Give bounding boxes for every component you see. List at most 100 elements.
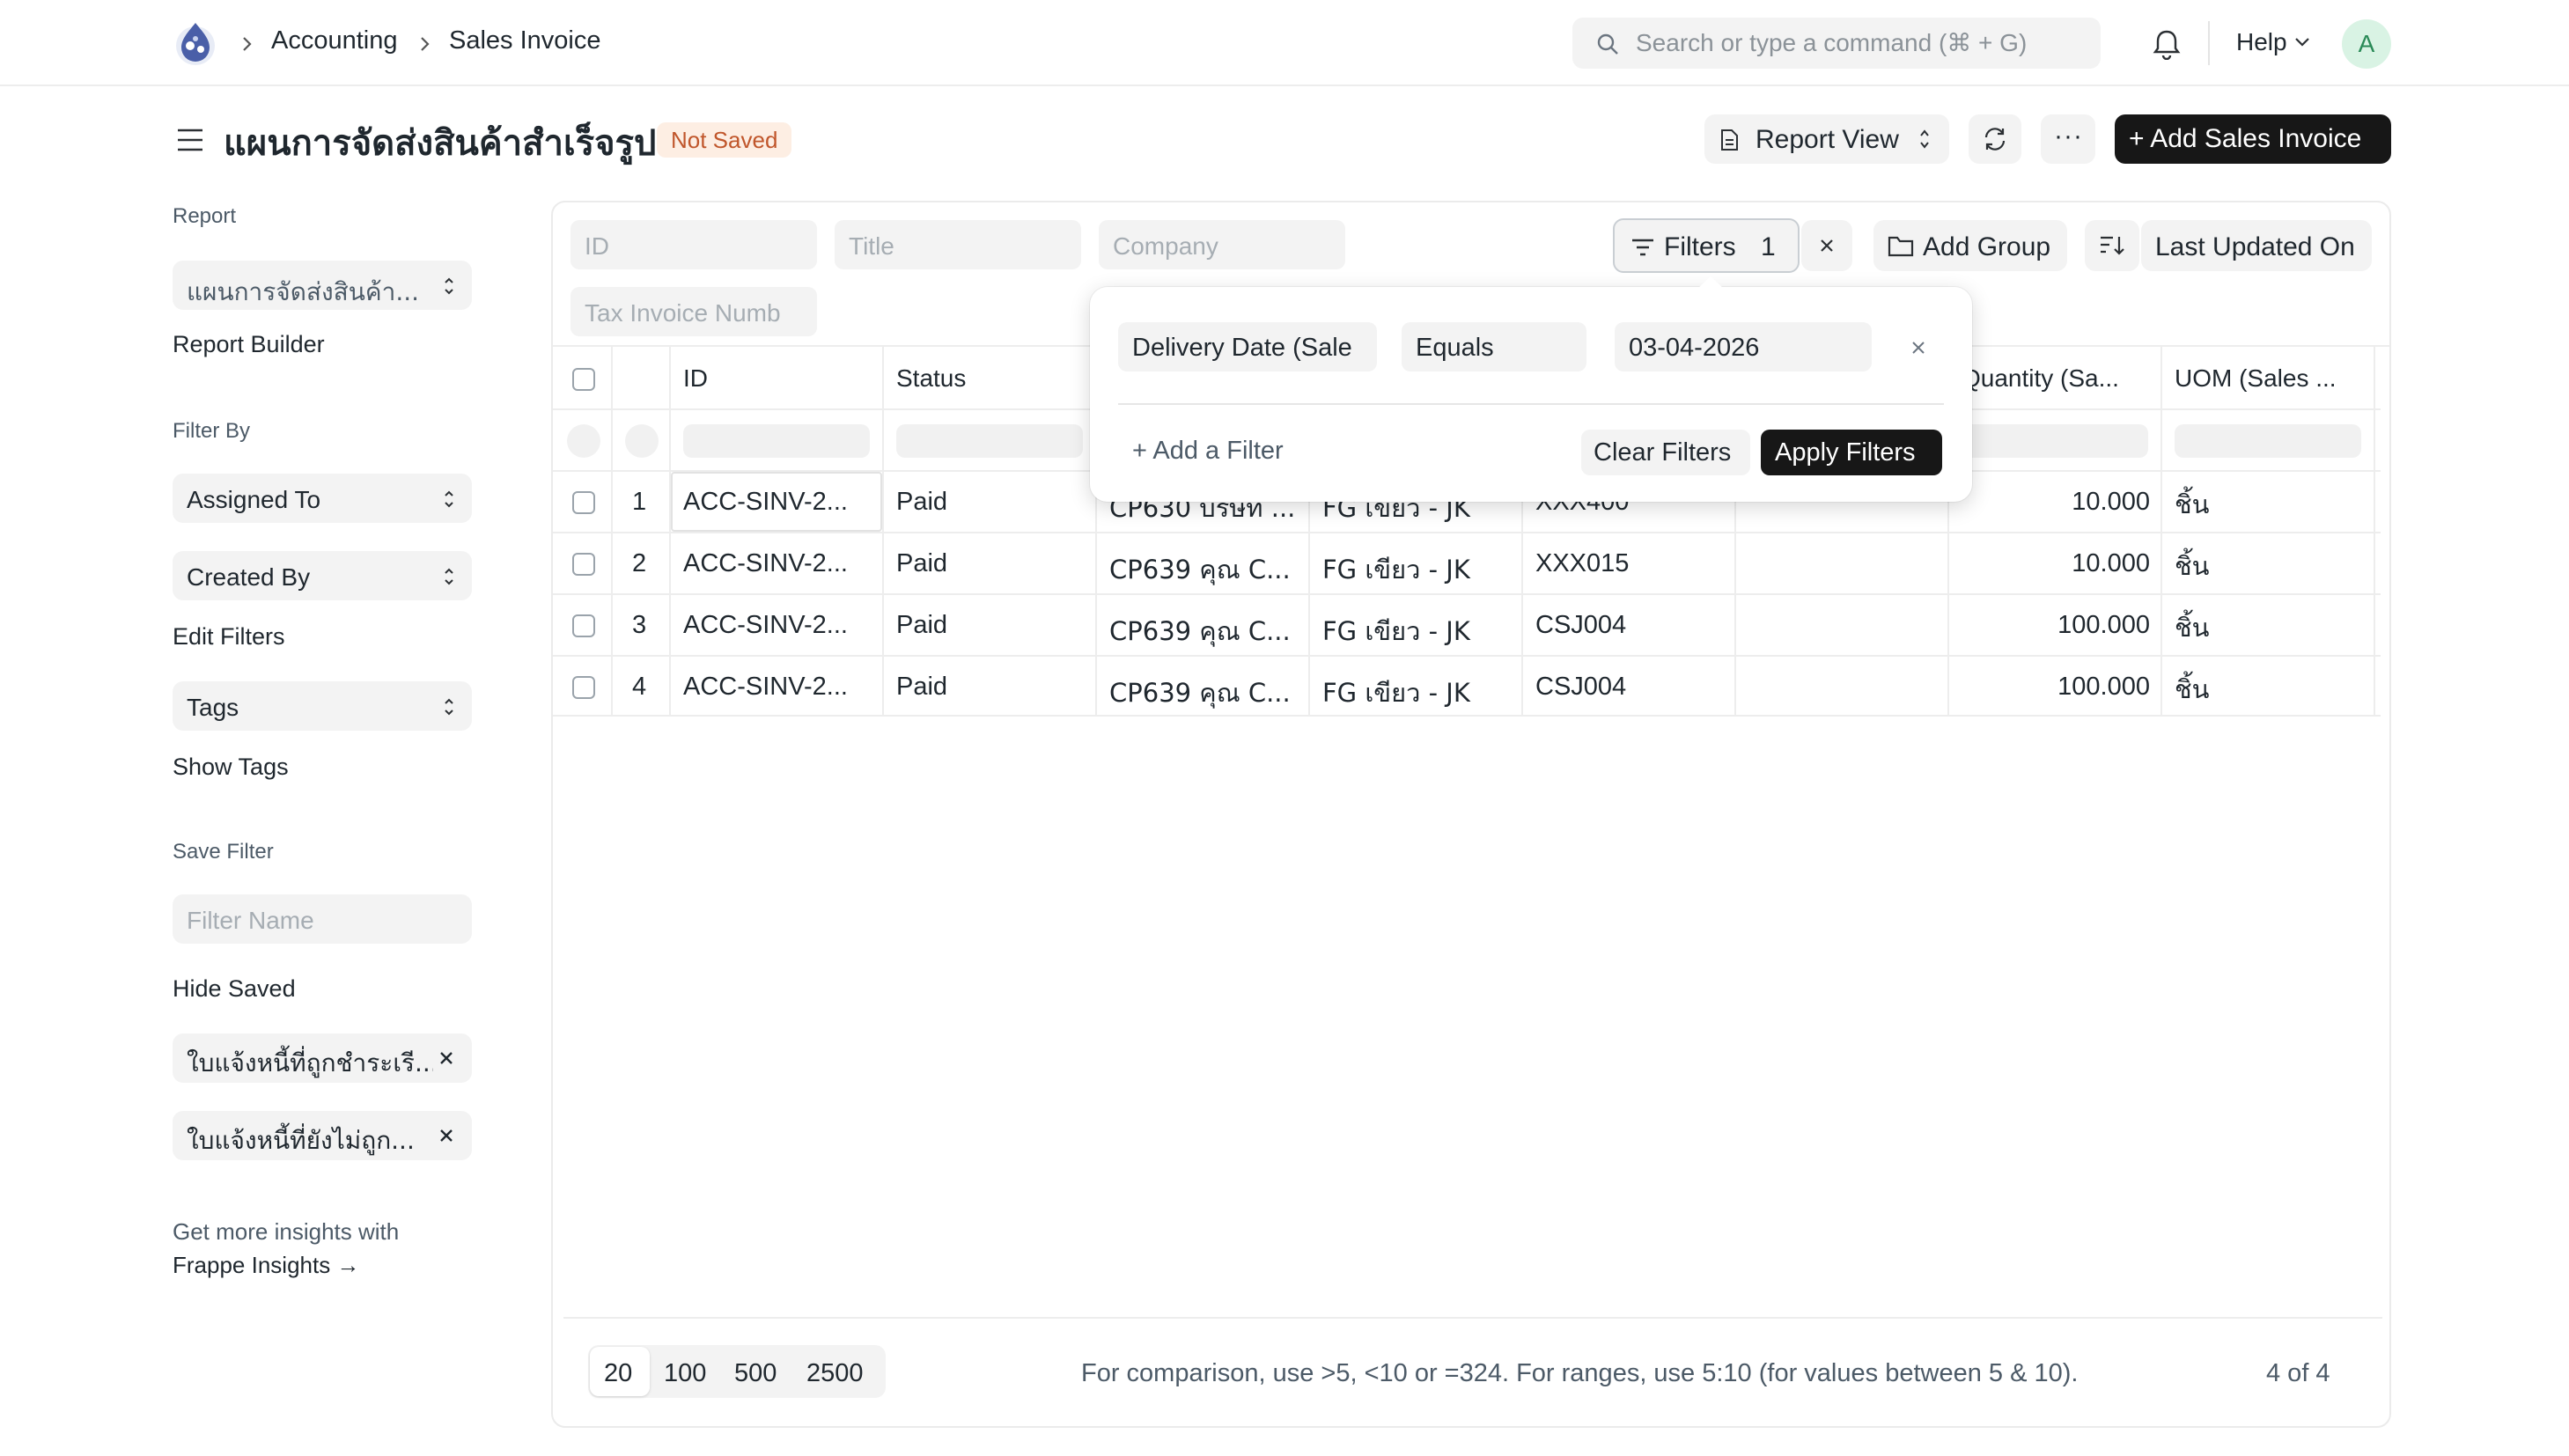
filter-icon bbox=[1632, 239, 1653, 256]
id-filter-input[interactable]: ID bbox=[570, 220, 817, 269]
filter-condition-value: Equals bbox=[1416, 334, 1494, 362]
add-sales-invoice-label: + Add Sales Invoice bbox=[2129, 124, 2362, 153]
chevron-down-icon[interactable] bbox=[2294, 37, 2310, 48]
column-filter-input[interactable] bbox=[1962, 424, 2148, 458]
title-filter-input[interactable]: Title bbox=[835, 220, 1081, 269]
report-view-label: Report View bbox=[1756, 125, 1899, 154]
filter-popover: Delivery Date (Sale Equals 03-04-2026 + … bbox=[1090, 276, 1972, 502]
page-size-500[interactable]: 500 bbox=[734, 1359, 777, 1388]
more-menu-button[interactable]: ··· bbox=[2041, 114, 2095, 164]
filters-count: 1 bbox=[1761, 232, 1776, 261]
column-header-id[interactable]: ID bbox=[683, 364, 708, 393]
page-size-20[interactable]: 20 bbox=[604, 1359, 632, 1388]
report-select[interactable]: แผนการจัดส่งสินค้า... bbox=[173, 261, 472, 310]
row-checkbox[interactable] bbox=[572, 491, 595, 514]
row-checkbox[interactable] bbox=[572, 614, 595, 637]
invoice-id[interactable]: ACC-SINV-2... bbox=[683, 673, 848, 702]
item-cell: FG เขียว - JK bbox=[1322, 616, 1470, 646]
report-builder-link[interactable]: Report Builder bbox=[173, 331, 325, 358]
title-filter-placeholder: Title bbox=[849, 232, 894, 260]
show-tags-link[interactable]: Show Tags bbox=[173, 754, 289, 781]
code-cell: CSJ004 bbox=[1535, 611, 1627, 639]
clear-filters-label: Clear Filters bbox=[1594, 438, 1732, 467]
code-cell: XXX015 bbox=[1535, 549, 1630, 577]
notification-bell-icon[interactable] bbox=[2152, 28, 2182, 60]
column-filter-input[interactable] bbox=[2175, 424, 2361, 458]
tags-select[interactable]: Tags bbox=[173, 681, 472, 731]
filter-field-value: Delivery Date (Sale bbox=[1132, 334, 1352, 362]
column-divider bbox=[669, 347, 671, 717]
table-border bbox=[553, 715, 2381, 717]
close-icon bbox=[1821, 239, 1833, 252]
close-icon[interactable] bbox=[1910, 340, 1926, 356]
page-size-2500[interactable]: 2500 bbox=[806, 1359, 864, 1388]
filter-condition-select[interactable]: Equals bbox=[1402, 322, 1586, 371]
created-by-label: Created By bbox=[187, 563, 311, 591]
company-filter-input[interactable]: Company bbox=[1099, 220, 1345, 269]
code-cell: CSJ004 bbox=[1535, 673, 1627, 701]
chevron-right-icon bbox=[243, 37, 252, 51]
row-number: 2 bbox=[632, 549, 647, 577]
filter-name-input[interactable]: Filter Name bbox=[173, 894, 472, 944]
column-divider bbox=[2374, 347, 2375, 717]
row-checkbox[interactable] bbox=[572, 676, 595, 699]
saved-filter-item[interactable]: ใบแจ้งหนี้ที่ยังไม่ถูก... bbox=[173, 1111, 472, 1160]
apply-filters-button[interactable]: Apply Filters bbox=[1761, 430, 1942, 475]
column-filter-input[interactable] bbox=[896, 424, 1083, 458]
add-group-button[interactable]: Add Group bbox=[1873, 220, 2067, 271]
apply-filters-label: Apply Filters bbox=[1775, 438, 1916, 467]
add-group-label: Add Group bbox=[1923, 232, 2051, 261]
column-header-uom[interactable]: UOM (Sales ... bbox=[2175, 364, 2337, 393]
sidebar-toggle-icon[interactable] bbox=[176, 127, 204, 153]
tax-invoice-filter-input[interactable]: Tax Invoice Numb bbox=[570, 287, 817, 336]
frappe-insights-link[interactable]: Frappe Insights → bbox=[173, 1252, 359, 1279]
filters-button[interactable]: Filters 1 bbox=[1613, 218, 1800, 273]
app-logo-icon[interactable] bbox=[173, 18, 218, 67]
user-avatar[interactable]: A bbox=[2342, 19, 2391, 69]
record-count: 4 of 4 bbox=[2266, 1359, 2330, 1387]
close-icon[interactable] bbox=[438, 1050, 454, 1066]
select-arrows-icon bbox=[1920, 129, 1929, 149]
help-menu[interactable]: Help bbox=[2236, 28, 2287, 56]
status-cell: Paid bbox=[896, 488, 948, 516]
customer-cell: CP639 คุณ C... bbox=[1109, 616, 1291, 646]
invoice-id[interactable]: ACC-SINV-2... bbox=[683, 488, 848, 517]
add-filter-link[interactable]: + Add a Filter bbox=[1132, 437, 1284, 466]
select-arrows-icon bbox=[445, 277, 453, 295]
created-by-select[interactable]: Created By bbox=[173, 551, 472, 600]
invoice-id[interactable]: ACC-SINV-2... bbox=[683, 549, 848, 578]
assigned-to-select[interactable]: Assigned To bbox=[173, 474, 472, 523]
saved-filter-item[interactable]: ใบแจ้งหนี้ที่ถูกชำระเรี... bbox=[173, 1033, 472, 1083]
uom-cell: ชิ้น bbox=[2175, 613, 2210, 643]
search-icon bbox=[1597, 33, 1618, 55]
breadcrumb-accounting[interactable]: Accounting bbox=[271, 26, 398, 55]
row-checkbox[interactable] bbox=[572, 553, 595, 576]
report-view-button[interactable]: Report View bbox=[1704, 114, 1949, 164]
close-icon[interactable] bbox=[438, 1128, 454, 1143]
item-cell: FG เขียว - JK bbox=[1322, 555, 1470, 585]
edit-filters-link[interactable]: Edit Filters bbox=[173, 623, 285, 651]
refresh-icon bbox=[1984, 128, 2006, 151]
column-header-quantity[interactable]: Quantity (Sa... bbox=[1962, 364, 2119, 393]
filter-value-input[interactable]: 03-04-2026 bbox=[1615, 322, 1872, 371]
column-filter-input[interactable] bbox=[683, 424, 870, 458]
add-sales-invoice-button[interactable]: + Add Sales Invoice bbox=[2115, 114, 2391, 164]
column-divider bbox=[611, 347, 613, 717]
clear-filters-button[interactable]: Clear Filters bbox=[1581, 430, 1750, 475]
clear-filters-x-button[interactable] bbox=[1801, 220, 1852, 271]
breadcrumb-sales-invoice[interactable]: Sales Invoice bbox=[449, 26, 601, 55]
hide-saved-link[interactable]: Hide Saved bbox=[173, 975, 296, 1003]
filter-field-select[interactable]: Delivery Date (Sale bbox=[1118, 322, 1377, 371]
status-cell: Paid bbox=[896, 549, 948, 577]
sort-direction-button[interactable] bbox=[2085, 220, 2139, 271]
sort-by-button[interactable]: Last Updated On bbox=[2141, 220, 2372, 271]
popover-divider bbox=[1118, 403, 1944, 405]
invoice-id[interactable]: ACC-SINV-2... bbox=[683, 611, 848, 640]
page-size-100[interactable]: 100 bbox=[664, 1359, 706, 1388]
column-header-status[interactable]: Status bbox=[896, 364, 966, 393]
saved-filter-label: ใบแจ้งหนี้ที่ยังไม่ถูก... bbox=[187, 1126, 415, 1155]
report-select-value: แผนการจัดส่งสินค้า... bbox=[187, 277, 420, 306]
refresh-button[interactable] bbox=[1969, 114, 2021, 164]
select-all-checkbox[interactable] bbox=[572, 368, 595, 391]
company-filter-placeholder: Company bbox=[1113, 232, 1218, 260]
